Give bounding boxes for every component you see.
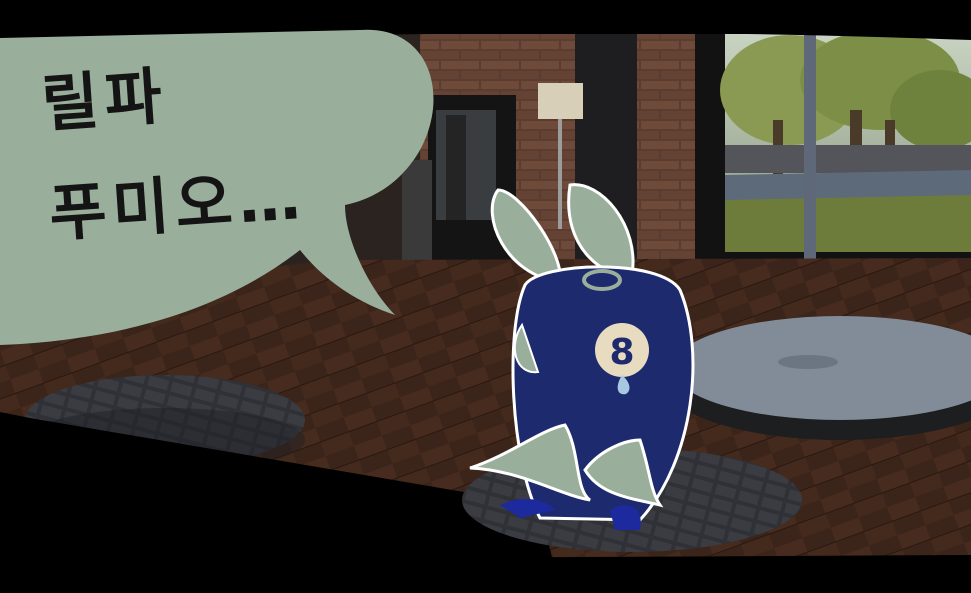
speech-line-2: 푸미오… [46, 159, 309, 251]
svg-text:8: 8 [609, 332, 634, 373]
speech-line-1: 릴파 [39, 59, 171, 141]
speech-text: 릴파 푸미오… [38, 29, 353, 269]
lamp-icon [538, 83, 583, 119]
